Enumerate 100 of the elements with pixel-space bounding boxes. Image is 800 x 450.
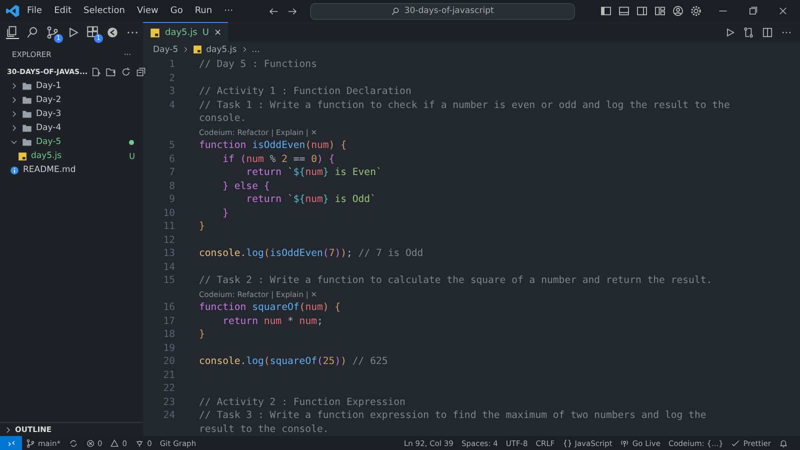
line-number: 17 xyxy=(162,314,175,328)
code-line: // Activity 2 : Function Expression xyxy=(199,396,406,409)
settings-icon[interactable] xyxy=(690,5,702,17)
chevron-right-icon xyxy=(240,46,248,53)
run-icon[interactable] xyxy=(724,26,735,38)
code-line: } xyxy=(199,328,205,342)
tree-item[interactable]: Day-2 xyxy=(0,93,143,107)
tree-item[interactable]: Day-3 xyxy=(0,107,143,121)
new-file-icon[interactable] xyxy=(90,66,101,76)
js-file-icon xyxy=(150,28,160,38)
line-number: 3 xyxy=(168,85,175,98)
line-number: 23 xyxy=(162,396,175,409)
code-line: return `${num} is Odd` xyxy=(245,193,376,206)
menu-item[interactable]: View xyxy=(132,4,164,18)
info-icon xyxy=(10,166,19,174)
collapse-all-icon[interactable] xyxy=(136,66,146,76)
braces-icon xyxy=(562,438,572,448)
line-number: 6 xyxy=(168,152,175,166)
menu-item[interactable]: Go xyxy=(165,4,188,18)
restore-icon xyxy=(748,6,758,16)
check-icon xyxy=(731,438,740,448)
line-number: 12 xyxy=(162,234,175,247)
line-number: 7 xyxy=(168,166,175,180)
code-line: console. xyxy=(199,112,246,126)
search-icon[interactable] xyxy=(26,26,39,38)
menu-item[interactable]: ⋯ xyxy=(219,4,238,18)
breadcrumb-item[interactable]: Day-5 xyxy=(153,44,178,54)
chevron-right-icon xyxy=(4,426,12,434)
tree-item[interactable]: README.md xyxy=(0,163,143,177)
line-number: 1 xyxy=(168,58,175,72)
back-arrow-icon xyxy=(268,6,280,16)
line-number: 24 xyxy=(162,409,175,422)
command-center-field[interactable]: 30-days-of-javascript xyxy=(310,2,576,20)
line-number: 22 xyxy=(162,382,175,396)
code-line: if (num % 2 == 0) { xyxy=(222,152,335,166)
code-line: return num * num; xyxy=(222,314,323,328)
code-line: } xyxy=(222,206,228,220)
line-number: 19 xyxy=(162,342,175,355)
bell-icon xyxy=(779,438,788,448)
line-number: 18 xyxy=(162,328,175,342)
forward-arrow-icon xyxy=(287,6,298,16)
refresh-icon[interactable] xyxy=(120,66,131,76)
js-file-icon xyxy=(18,152,27,160)
line-number: 10 xyxy=(162,206,175,220)
breadcrumb-item[interactable]: ... xyxy=(252,44,260,54)
code-line: function squareOf(num) { xyxy=(199,301,341,314)
menu-item[interactable]: Edit xyxy=(49,4,76,18)
files-icon[interactable] xyxy=(6,25,19,38)
new-folder-icon[interactable] xyxy=(106,66,116,76)
branch-icon[interactable] xyxy=(46,26,59,38)
line-number: 8 xyxy=(168,180,175,193)
panel-layout-icon[interactable] xyxy=(618,5,630,17)
code-line: // Task 3 : Write a function expression to find the maximum of two numbers and log the xyxy=(199,409,706,422)
line-number: 2 xyxy=(168,72,175,85)
circle-logo-icon[interactable] xyxy=(106,26,119,38)
extensions-icon[interactable] xyxy=(86,26,99,38)
code-line: result to the console. xyxy=(199,422,329,436)
split-layout-icon[interactable] xyxy=(636,5,648,17)
remote-icon xyxy=(6,438,16,448)
line-number: 9 xyxy=(168,193,175,206)
code-line: console.log(isOddEven(7)); // 7 is Odd xyxy=(199,247,424,260)
warning-icon xyxy=(110,438,120,448)
line-number: 14 xyxy=(162,260,175,274)
menu-item[interactable]: Run xyxy=(190,4,218,18)
code-line: function isOddEven(num) { xyxy=(199,139,346,152)
chevron-right-icon xyxy=(182,46,190,53)
breadcrumb-item[interactable]: day5.js xyxy=(206,44,237,54)
antenna-icon xyxy=(135,438,144,448)
account-icon[interactable] xyxy=(672,5,684,17)
tree-item[interactable]: day5.js U xyxy=(0,149,143,163)
sidebar-layout-icon[interactable] xyxy=(600,5,612,17)
line-number: 13 xyxy=(162,247,175,260)
line-number: 16 xyxy=(162,301,175,314)
line-number: 21 xyxy=(162,368,175,382)
line-number: 5 xyxy=(168,139,175,152)
compare-changes-icon[interactable] xyxy=(743,26,754,38)
line-number: 20 xyxy=(162,355,175,368)
editor-tab[interactable]: day5.js U × xyxy=(143,22,228,42)
menu-item[interactable]: Selection xyxy=(78,4,130,18)
js-file-icon xyxy=(193,45,202,54)
search-icon xyxy=(391,6,400,16)
broadcast-icon xyxy=(620,438,630,448)
line-number: 4 xyxy=(168,98,175,112)
code-line: console.log(squareOf(25)) // 625 xyxy=(199,355,388,368)
customize-layout-icon[interactable] xyxy=(654,5,666,17)
tree-item[interactable]: Day-1 xyxy=(0,79,143,93)
error-icon xyxy=(86,438,94,448)
close-icon xyxy=(778,6,788,16)
tree-item[interactable]: Day-4 xyxy=(0,121,143,135)
branch-icon xyxy=(26,438,35,448)
app-logo-icon xyxy=(6,4,20,18)
code-line: return `${num} is Even` xyxy=(245,166,382,180)
sync-icon xyxy=(68,438,78,448)
tree-item[interactable]: Day-5 xyxy=(0,135,143,149)
split-editor-icon[interactable] xyxy=(762,26,773,38)
code-line: // Task 1 : Write a function to check if a number is even or odd and log the result to the xyxy=(199,98,730,112)
menu-item[interactable]: File xyxy=(22,4,48,18)
line-number: 11 xyxy=(162,220,175,234)
line-number: 15 xyxy=(162,274,175,288)
code-line: // Day 5 : Functions xyxy=(199,58,317,72)
